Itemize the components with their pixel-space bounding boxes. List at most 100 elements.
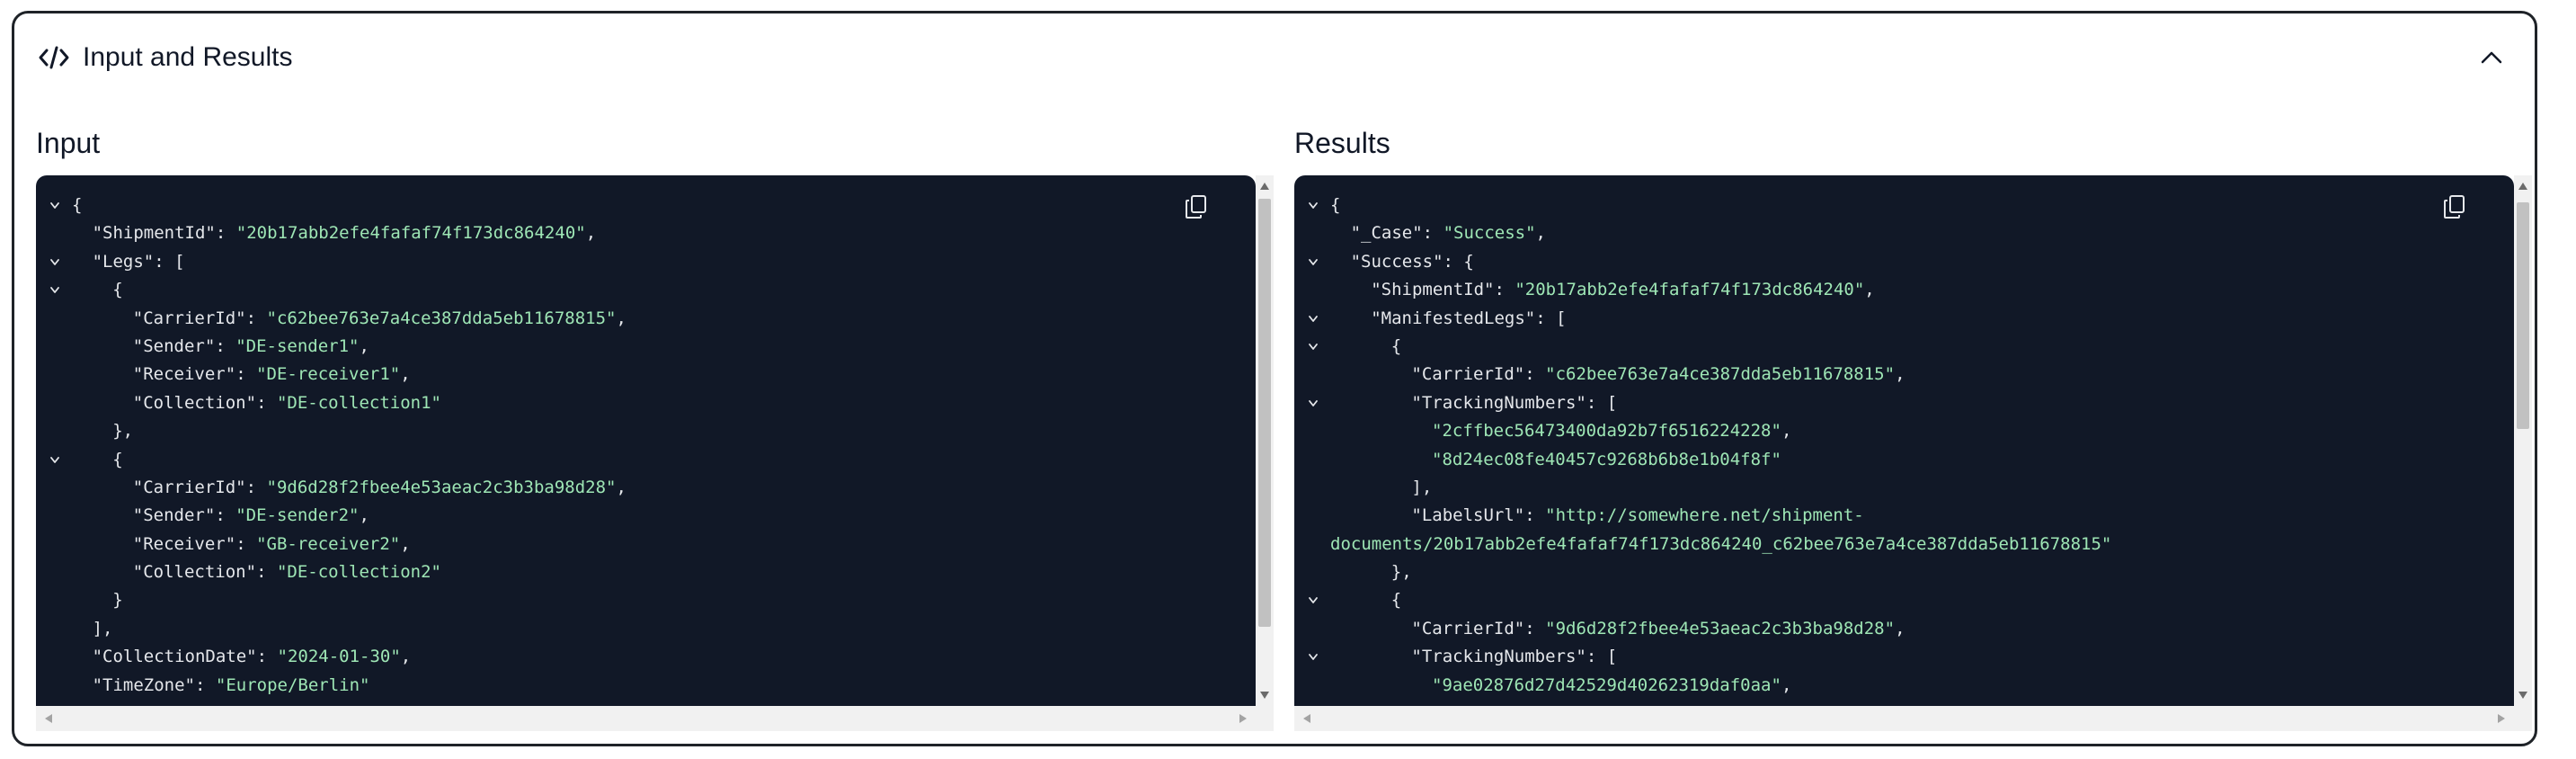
input-horizontal-scrollbar[interactable]: [36, 706, 1256, 731]
json-string: "8d24ec08fe40457c9268b6b8e1b04f8f": [1432, 449, 1781, 469]
code-icon: [39, 46, 69, 69]
scroll-left-icon[interactable]: [45, 714, 52, 723]
json-punct: {: [112, 449, 123, 469]
results-title: Results: [1294, 127, 1390, 159]
code-line: "Success": {: [1294, 248, 2514, 276]
scroll-down-icon[interactable]: [2518, 692, 2527, 699]
fold-chevron-icon[interactable]: [1307, 192, 1319, 219]
code-line: "8d24ec08fe40457c9268b6b8e1b04f8f": [1294, 446, 2514, 474]
code-text: "9ae02876d27d42529d40262319daf0aa",: [1432, 672, 1791, 700]
json-key: "Legs": [92, 251, 155, 272]
code-text: "Collection": "DE-collection2": [133, 558, 441, 586]
code-text: "Success": {: [1351, 248, 1474, 276]
scroll-left-icon[interactable]: [1303, 714, 1310, 723]
json-punct: {: [1390, 590, 1402, 611]
code-text: {: [1391, 333, 1401, 361]
fold-chevron-icon[interactable]: [1307, 248, 1319, 276]
code-text: },: [1391, 558, 1412, 586]
json-key: "Collection": [132, 562, 257, 583]
json-punct: :: [256, 562, 277, 583]
code-text: "TimeZone": "Europe/Berlin": [93, 672, 370, 700]
json-punct: :: [1524, 618, 1546, 638]
results-code-view[interactable]: {"_Case": "Success", "Success": {"Shipmen…: [1294, 175, 2514, 706]
code-line: "Legs": [: [36, 248, 1256, 276]
json-punct: :: [235, 364, 257, 385]
scroll-thumb[interactable]: [1258, 199, 1271, 627]
code-text: "CarrierId": "9d6d28f2fbee4e53aeac2c3b3b…: [1411, 615, 1905, 643]
json-punct: :: [1494, 280, 1515, 300]
json-key: "CarrierId": [1411, 364, 1525, 385]
json-punct: ,: [359, 335, 369, 356]
code-text: "Receiver": "DE-receiver1",: [133, 361, 411, 388]
json-punct: :: [256, 392, 277, 413]
code-line: ],: [1294, 474, 2514, 502]
panel-title: Input and Results: [83, 42, 293, 72]
code-line: "Receiver": "DE-receiver1",: [36, 361, 1256, 388]
code-text: documents/20b17abb2efe4fafaf74f173dc8642…: [1330, 531, 2111, 558]
json-key: "Sender": [132, 505, 216, 526]
json-key: "_Case": [1350, 223, 1423, 244]
code-line: {: [1294, 586, 2514, 614]
json-punct: : [: [1535, 308, 1567, 328]
json-key: "TimeZone": [92, 674, 195, 695]
scroll-thumb[interactable]: [2517, 202, 2529, 429]
code-text: "CarrierId": "c62bee763e7a4ce387dda5eb11…: [133, 305, 626, 333]
code-line: "Sender": "DE-sender2",: [36, 502, 1256, 530]
fold-chevron-icon[interactable]: [1307, 305, 1319, 333]
input-results-panel: Input and Results Input Results { "Shipme…: [12, 11, 2537, 746]
json-punct: ,: [616, 308, 626, 328]
copy-icon[interactable]: [1184, 193, 1209, 220]
scroll-up-icon[interactable]: [2518, 183, 2527, 190]
fold-chevron-icon[interactable]: [1307, 333, 1319, 361]
code-line: "ManifestedLegs": [: [1294, 305, 2514, 333]
results-editor: {"_Case": "Success", "Success": {"Shipmen…: [1294, 175, 2532, 731]
fold-chevron-icon[interactable]: [49, 192, 61, 219]
json-punct: :: [245, 308, 267, 328]
input-title: Input: [36, 127, 101, 159]
fold-chevron-icon[interactable]: [1307, 643, 1319, 671]
json-punct: {: [1390, 335, 1402, 356]
code-text: "CarrierId": "9d6d28f2fbee4e53aeac2c3b3b…: [133, 474, 626, 502]
chevron-up-icon[interactable]: [2479, 46, 2504, 69]
code-text: "ShipmentId": "20b17abb2efe4fafaf74f173d…: [93, 219, 597, 247]
json-punct: : [: [154, 251, 185, 272]
scroll-down-icon[interactable]: [1260, 692, 1269, 699]
json-key: "TrackingNumbers": [1411, 647, 1586, 667]
json-punct: ,: [616, 477, 626, 497]
json-punct: :: [1524, 505, 1546, 526]
scroll-right-icon[interactable]: [1239, 714, 1247, 723]
copy-icon[interactable]: [2442, 193, 2467, 220]
code-line: "2cffbec56473400da92b7f6516224228",: [1294, 417, 2514, 445]
fold-chevron-icon[interactable]: [1307, 389, 1319, 417]
code-text: ],: [1411, 474, 1432, 502]
results-horizontal-scrollbar[interactable]: [1294, 706, 2514, 731]
code-text: }: [112, 586, 122, 614]
scroll-up-icon[interactable]: [1260, 183, 1269, 190]
code-text: "CollectionDate": "2024-01-30",: [93, 643, 412, 671]
fold-chevron-icon[interactable]: [49, 446, 61, 474]
json-punct: ,: [1895, 618, 1905, 638]
fold-chevron-icon[interactable]: [1307, 586, 1319, 614]
code-line: "TimeZone": "Europe/Berlin": [36, 672, 1256, 700]
input-vertical-scrollbar[interactable]: [1256, 175, 1274, 706]
json-string: "2cffbec56473400da92b7f6516224228": [1432, 421, 1781, 442]
json-punct: ,: [1781, 421, 1792, 442]
json-string: documents/20b17abb2efe4fafaf74f173dc8642…: [1330, 533, 2112, 554]
code-line: "_Case": "Success",: [1294, 219, 2514, 247]
code-text: {: [112, 446, 122, 474]
json-punct: :: [256, 647, 278, 667]
results-vertical-scrollbar[interactable]: [2514, 175, 2532, 706]
json-key: "ShipmentId": [92, 223, 216, 244]
fold-chevron-icon[interactable]: [49, 276, 61, 304]
json-punct: ,: [400, 533, 411, 554]
code-text: },: [112, 417, 133, 445]
json-string: "Success": [1443, 223, 1536, 244]
scroll-right-icon[interactable]: [2498, 714, 2505, 723]
fold-chevron-icon[interactable]: [49, 248, 61, 276]
json-string: "GB-receiver2": [256, 533, 401, 554]
json-key: "CollectionDate": [92, 647, 257, 667]
json-punct: ,: [1781, 674, 1792, 695]
input-code-view[interactable]: { "ShipmentId": "20b17abb2efe4fafaf74f173…: [36, 175, 1256, 706]
code-text: "LabelsUrl": "http://somewhere.net/shipm…: [1411, 502, 1863, 530]
json-string: "2024-01-30": [277, 647, 401, 667]
